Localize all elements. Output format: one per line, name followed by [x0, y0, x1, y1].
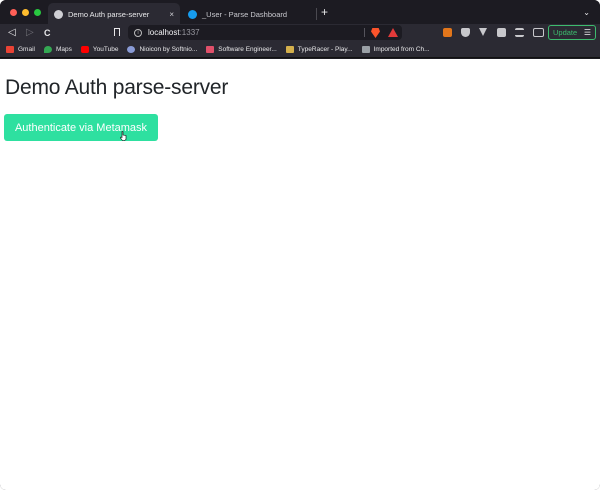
bookmark-label: Software Engineer... [218, 46, 277, 53]
chevron-down-icon[interactable]: ⌄ [583, 8, 590, 17]
url-port: :1337 [179, 28, 200, 37]
tab-parse-dashboard[interactable]: _User - Parse Dashboard [182, 3, 314, 25]
page-content: Demo Auth parse-server Authenticate via … [0, 59, 600, 490]
navigation-toolbar: ◁ ▷ C i localhost:1337 Update ☰ [0, 24, 600, 42]
url-host: localhost [148, 28, 180, 37]
bookmark-label: Imported from Ch... [373, 46, 430, 53]
window-minimize-button[interactable] [22, 9, 29, 16]
metamask-icon[interactable] [443, 28, 452, 37]
bookmark-typeracer[interactable]: TypeRacer - Play... [285, 46, 353, 53]
tab-title: Demo Auth parse-server [68, 9, 150, 19]
brave-shields-icon[interactable] [371, 28, 380, 38]
tab-title: _User - Parse Dashboard [202, 9, 288, 19]
bookmark-nioicon[interactable]: Nioicon by Softnio... [127, 46, 197, 53]
youtube-icon [80, 46, 89, 53]
folder-icon [361, 46, 370, 53]
bookmark-icon[interactable] [114, 28, 120, 36]
new-tab-button[interactable]: + [321, 6, 328, 18]
forward-button[interactable]: ▷ [26, 27, 34, 39]
page-title: Demo Auth parse-server [5, 76, 229, 99]
window-close-button[interactable] [10, 9, 17, 16]
wallet-icon[interactable] [533, 28, 544, 37]
back-button[interactable]: ◁ [8, 27, 16, 39]
bookmark-label: Gmail [18, 46, 35, 53]
brave-rewards-icon[interactable] [388, 28, 398, 37]
gmail-icon [6, 46, 14, 53]
extensions-icon[interactable] [497, 28, 506, 37]
tab-demo-auth[interactable]: Demo Auth parse-server × [48, 3, 180, 25]
bookmark-youtube[interactable]: YouTube [80, 46, 119, 53]
browser-window: Demo Auth parse-server × _User - Parse D… [0, 0, 600, 490]
bookmark-label: YouTube [92, 46, 119, 53]
globe-icon [54, 9, 63, 19]
menu-icon[interactable]: ☰ [584, 28, 591, 37]
maps-icon [43, 46, 52, 53]
bookmark-label: Nioicon by Softnio... [139, 46, 198, 53]
reload-button[interactable]: C [44, 27, 51, 39]
bookmark-imported[interactable]: Imported from Ch... [361, 46, 430, 53]
tab-strip: Demo Auth parse-server × _User - Parse D… [0, 0, 600, 26]
software-engineer-icon [206, 46, 215, 53]
close-tab-icon[interactable]: × [169, 10, 174, 19]
shield-icon[interactable] [461, 28, 470, 37]
url-divider [364, 28, 365, 37]
window-maximize-button[interactable] [34, 9, 41, 16]
bookmark-maps[interactable]: Maps [43, 46, 72, 53]
authenticate-metamask-button[interactable]: Authenticate via Metamask [4, 114, 158, 141]
bookmark-software-engineer[interactable]: Software Engineer... [206, 46, 277, 53]
update-button[interactable]: Update ☰ [548, 25, 596, 40]
parse-icon [188, 9, 197, 19]
bookmark-label: TypeRacer - Play... [297, 46, 353, 53]
update-label: Update [553, 28, 578, 37]
bookmarks-bar: Gmail Maps YouTube Nioicon by Softnio...… [0, 42, 600, 58]
bookmark-gmail[interactable]: Gmail [6, 46, 35, 53]
bookmark-label: Maps [55, 46, 72, 53]
playlist-icon[interactable] [515, 28, 524, 37]
nioicon-icon [127, 46, 136, 53]
info-icon[interactable]: i [134, 28, 142, 37]
vpn-icon[interactable] [479, 28, 487, 36]
pointer-cursor-icon [120, 131, 127, 141]
tab-separator [316, 8, 317, 20]
url-bar[interactable]: i localhost:1337 [128, 25, 402, 40]
typeracer-icon [285, 46, 294, 53]
